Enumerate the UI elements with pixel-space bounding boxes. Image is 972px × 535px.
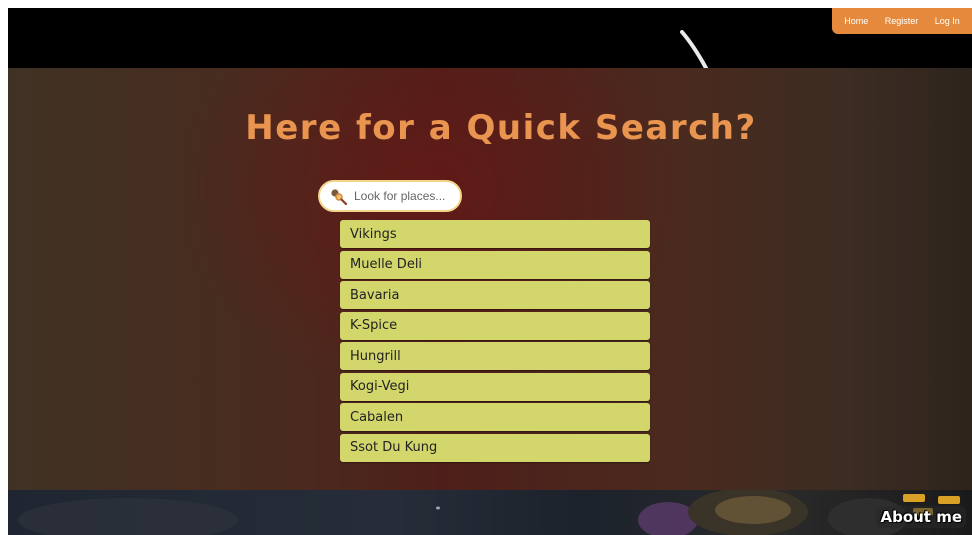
search-icon xyxy=(331,189,348,206)
result-item-cabalen[interactable]: Cabalen xyxy=(340,403,650,431)
search-box[interactable] xyxy=(318,180,462,212)
food-photo-decoration xyxy=(18,490,960,535)
search-results-list: Vikings Muelle Deli Bavaria K-Spice Hung… xyxy=(340,220,650,464)
about-me-button[interactable]: About me xyxy=(876,506,966,528)
result-item-bavaria[interactable]: Bavaria xyxy=(340,281,650,309)
result-item-k-spice[interactable]: K-Spice xyxy=(340,311,650,340)
result-item-ssot-du-kung[interactable]: Ssot Du Kung xyxy=(340,433,650,462)
footer-photo: About me xyxy=(8,490,972,535)
hero-title: Here for a Quick Search? xyxy=(245,108,757,148)
lamp-decoration xyxy=(680,30,708,70)
page-frame: Home Register Log In Here for a Quick Se… xyxy=(8,8,972,535)
header-banner xyxy=(8,8,972,70)
hero-section: Here for a Quick Search? Vikings Muelle … xyxy=(8,68,972,490)
nav-login-link[interactable]: Log In xyxy=(935,16,960,26)
result-item-kogi-vegi[interactable]: Kogi-Vegi xyxy=(340,372,650,401)
nav-register-link[interactable]: Register xyxy=(885,16,919,26)
top-nav: Home Register Log In xyxy=(832,8,972,34)
result-item-hungrill[interactable]: Hungrill xyxy=(340,342,650,370)
result-item-vikings[interactable]: Vikings xyxy=(340,220,650,248)
nav-home-link[interactable]: Home xyxy=(844,16,868,26)
result-item-muelle-deli[interactable]: Muelle Deli xyxy=(340,250,650,279)
search-input[interactable] xyxy=(352,188,452,204)
